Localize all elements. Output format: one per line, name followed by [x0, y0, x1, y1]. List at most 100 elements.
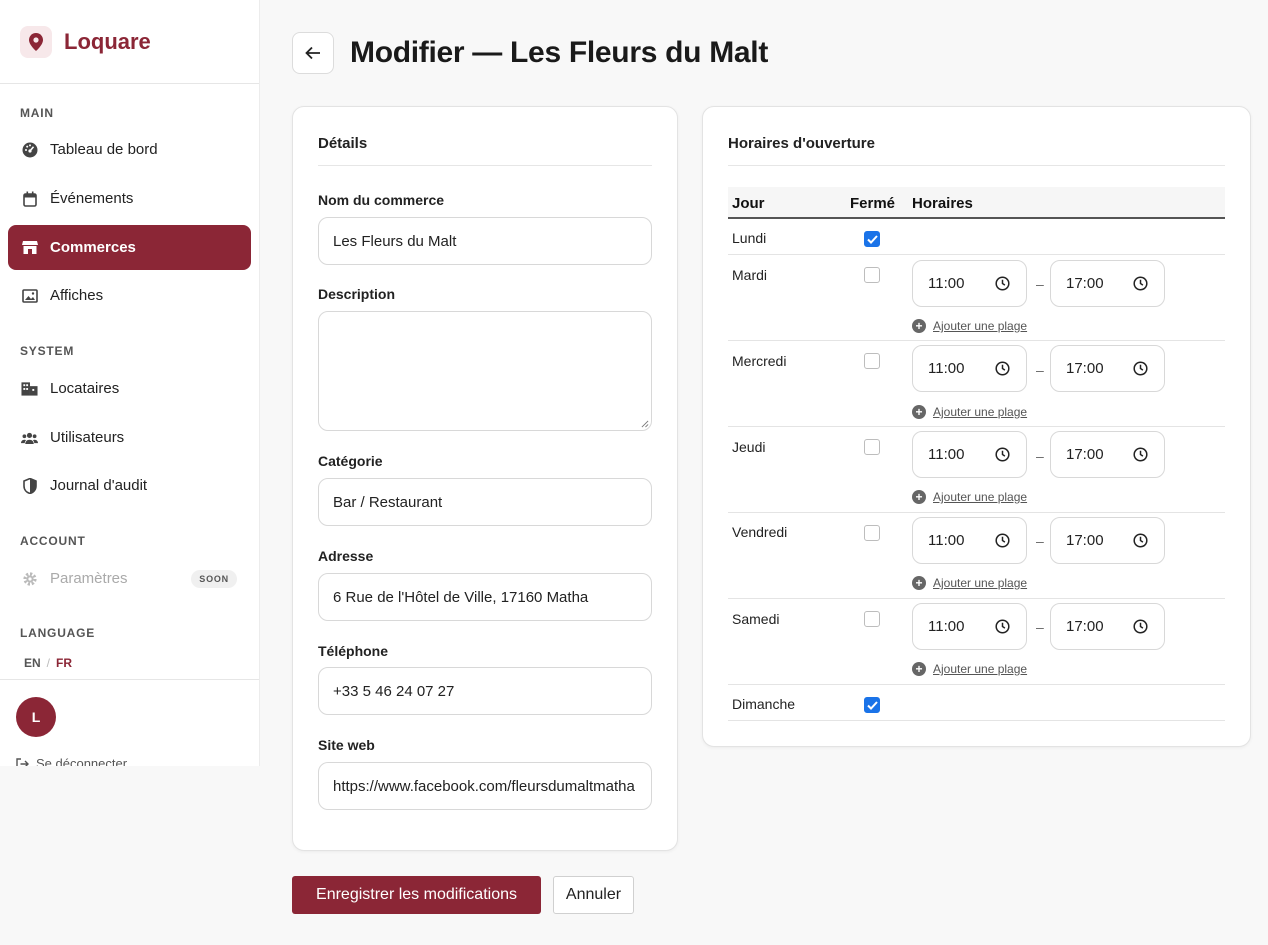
- hours-card: Horaires d'ouverture Jour Fermé Horaires…: [702, 106, 1251, 747]
- check-icon: [866, 700, 878, 710]
- column-header-hours: Horaires: [912, 195, 973, 212]
- sidebar-item-commerces[interactable]: Commerces: [8, 225, 251, 270]
- clock-icon[interactable]: [995, 447, 1010, 462]
- close-time-input[interactable]: 17:00: [1050, 260, 1165, 307]
- back-button[interactable]: [292, 32, 334, 74]
- close-time-input[interactable]: 17:00: [1050, 431, 1165, 478]
- closed-checkbox[interactable]: [864, 611, 880, 627]
- open-time-input[interactable]: 11:00: [912, 603, 1027, 650]
- sidebar-item-label: Locataires: [50, 380, 120, 397]
- phone-input[interactable]: +33 5 46 24 07 27: [318, 667, 652, 715]
- sidebar-item-dashboard[interactable]: Tableau de bord: [8, 127, 251, 172]
- closed-checkbox[interactable]: [864, 231, 880, 247]
- category-label: Catégorie: [318, 453, 383, 469]
- sidebar-footer: L Se déconnecter: [0, 679, 259, 766]
- add-range-label: Ajouter une plage: [933, 490, 1028, 504]
- day-label: Vendredi: [732, 524, 788, 540]
- resize-handle-icon[interactable]: [641, 420, 649, 428]
- time-value: 17:00: [1066, 275, 1104, 292]
- clock-icon[interactable]: [995, 619, 1010, 634]
- plus-circle-icon: +: [912, 662, 926, 676]
- sidebar-item-posters[interactable]: Affiches: [8, 273, 251, 318]
- clock-icon[interactable]: [1133, 447, 1148, 462]
- language-separator: /: [46, 656, 51, 670]
- shield-icon: [21, 477, 38, 494]
- plus-circle-icon: +: [912, 405, 926, 419]
- open-time-input[interactable]: 11:00: [912, 431, 1027, 478]
- closed-checkbox[interactable]: [864, 353, 880, 369]
- name-input[interactable]: Les Fleurs du Malt: [318, 217, 652, 265]
- time-value: 11:00: [928, 618, 965, 635]
- website-input[interactable]: https://www.facebook.com/fleursdumaltmat…: [318, 762, 652, 810]
- row-divider: [728, 598, 1225, 599]
- language-fr[interactable]: FR: [56, 656, 72, 670]
- add-range-link[interactable]: + Ajouter une plage: [912, 405, 1027, 419]
- day-label: Samedi: [732, 611, 780, 627]
- gear-icon: [21, 570, 38, 587]
- add-range-link[interactable]: + Ajouter une plage: [912, 576, 1027, 590]
- open-time-input[interactable]: 11:00: [912, 345, 1027, 392]
- close-time-input[interactable]: 17:00: [1050, 517, 1165, 564]
- check-icon: [866, 234, 878, 244]
- sidebar-item-users[interactable]: Utilisateurs: [8, 415, 251, 460]
- sidebar-item-events[interactable]: Événements: [8, 176, 251, 221]
- hours-card-title: Horaires d'ouverture: [728, 135, 875, 152]
- day-label: Mardi: [732, 267, 768, 283]
- sidebar-item-label: Journal d'audit: [50, 477, 148, 494]
- section-label-account: ACCOUNT: [20, 534, 86, 548]
- brand[interactable]: Loquare: [0, 0, 259, 84]
- row-divider: [728, 254, 1225, 255]
- plus-circle-icon: +: [912, 319, 926, 333]
- closed-checkbox[interactable]: [864, 439, 880, 455]
- category-input[interactable]: Bar / Restaurant: [318, 478, 652, 526]
- add-range-link[interactable]: + Ajouter une plage: [912, 490, 1027, 504]
- cancel-button[interactable]: Annuler: [553, 876, 634, 914]
- clock-icon[interactable]: [995, 533, 1010, 548]
- clock-icon[interactable]: [1133, 533, 1148, 548]
- address-input[interactable]: 6 Rue de l'Hôtel de Ville, 17160 Matha: [318, 573, 652, 621]
- clock-icon[interactable]: [1133, 276, 1148, 291]
- save-button[interactable]: Enregistrer les modifications: [292, 876, 541, 914]
- add-range-link[interactable]: + Ajouter une plage: [912, 319, 1027, 333]
- time-separator: –: [1036, 448, 1044, 464]
- time-separator: –: [1036, 362, 1044, 378]
- time-separator: –: [1036, 276, 1044, 292]
- address-label: Adresse: [318, 548, 374, 564]
- row-divider: [728, 684, 1225, 685]
- description-textarea[interactable]: [318, 311, 652, 431]
- time-value: 11:00: [928, 446, 965, 463]
- sidebar-item-label: Événements: [50, 190, 134, 207]
- close-time-input[interactable]: 17:00: [1050, 603, 1165, 650]
- open-time-input[interactable]: 11:00: [912, 517, 1027, 564]
- sidebar-item-label: Affiches: [50, 287, 104, 304]
- brand-name: Loquare: [64, 28, 151, 54]
- logout-link[interactable]: Se déconnecter: [16, 756, 127, 766]
- image-icon: [21, 287, 38, 304]
- sidebar-item-tenants[interactable]: Locataires: [8, 366, 251, 411]
- row-divider: [728, 426, 1225, 427]
- avatar[interactable]: L: [16, 697, 56, 737]
- clock-icon[interactable]: [1133, 361, 1148, 376]
- closed-checkbox[interactable]: [864, 267, 880, 283]
- website-label: Site web: [318, 737, 375, 753]
- divider: [728, 165, 1225, 166]
- add-range-label: Ajouter une plage: [933, 405, 1028, 419]
- language-en[interactable]: EN: [24, 656, 41, 670]
- clock-icon[interactable]: [995, 276, 1010, 291]
- day-label: Dimanche: [732, 696, 796, 712]
- sidebar-item-audit-log[interactable]: Journal d'audit: [8, 463, 251, 508]
- column-header-closed: Fermé: [850, 195, 896, 212]
- add-range-label: Ajouter une plage: [933, 319, 1028, 333]
- closed-checkbox[interactable]: [864, 697, 880, 713]
- arrow-left-icon: [305, 46, 321, 60]
- time-value: 17:00: [1066, 360, 1104, 377]
- users-icon: [21, 429, 38, 446]
- open-time-input[interactable]: 11:00: [912, 260, 1027, 307]
- add-range-link[interactable]: + Ajouter une plage: [912, 662, 1027, 676]
- close-time-input[interactable]: 17:00: [1050, 345, 1165, 392]
- clock-icon[interactable]: [995, 361, 1010, 376]
- day-label: Lundi: [732, 230, 767, 246]
- add-range-label: Ajouter une plage: [933, 662, 1028, 676]
- closed-checkbox[interactable]: [864, 525, 880, 541]
- clock-icon[interactable]: [1133, 619, 1148, 634]
